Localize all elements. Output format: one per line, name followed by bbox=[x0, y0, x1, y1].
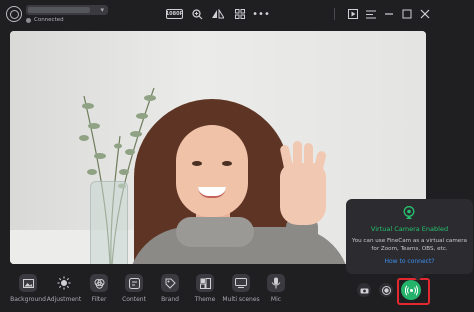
menu-icon[interactable] bbox=[364, 7, 378, 21]
tag-icon bbox=[161, 274, 179, 292]
theme-icon bbox=[196, 274, 214, 292]
title-bar: ▾ Connected 1080P ••• bbox=[0, 0, 474, 28]
connection-label: Connected bbox=[34, 17, 64, 23]
tool-label: Mic bbox=[270, 296, 282, 303]
filter-icon bbox=[90, 274, 108, 292]
device-name-redacted bbox=[28, 7, 90, 13]
content-icon bbox=[125, 274, 143, 292]
tool-label: Theme bbox=[194, 296, 216, 303]
more-icon[interactable]: ••• bbox=[252, 7, 270, 21]
person-face bbox=[176, 125, 248, 217]
webcam-icon bbox=[403, 206, 415, 219]
zoom-in-icon[interactable] bbox=[190, 7, 204, 21]
maximize-icon[interactable] bbox=[400, 7, 414, 21]
image-icon bbox=[19, 274, 37, 292]
sun-icon bbox=[55, 274, 73, 292]
tool-label: Brand bbox=[161, 296, 179, 303]
record-button[interactable] bbox=[379, 283, 393, 297]
toolbar-divider bbox=[334, 8, 335, 20]
waving-hand bbox=[279, 141, 328, 225]
snapshot-button[interactable] bbox=[357, 283, 371, 297]
tool-label: Content bbox=[122, 296, 146, 303]
finger bbox=[293, 141, 302, 167]
play-icon[interactable] bbox=[346, 7, 360, 21]
close-icon[interactable] bbox=[418, 7, 432, 21]
tool-label: Filter bbox=[91, 296, 107, 303]
highlight-box bbox=[397, 278, 430, 305]
device-select[interactable]: ▾ bbox=[26, 5, 108, 15]
mirror-icon[interactable] bbox=[211, 7, 225, 21]
connection-status: Connected bbox=[26, 16, 64, 24]
popup-title: Virtual Camera Enabled bbox=[370, 225, 449, 233]
virtual-camera-popup: Virtual Camera Enabled You can use FineC… bbox=[346, 199, 473, 274]
eye-left bbox=[192, 161, 202, 166]
smile bbox=[198, 187, 226, 198]
camera-icon bbox=[360, 288, 368, 293]
record-icon bbox=[381, 285, 391, 295]
minimize-icon[interactable] bbox=[382, 7, 396, 21]
popup-description: You can use FineCam as a virtual camera … bbox=[352, 238, 467, 252]
how-to-connect-link[interactable]: How to connect? bbox=[346, 258, 473, 265]
connection-icon bbox=[26, 17, 31, 23]
resolution-badge[interactable]: 1080P bbox=[166, 9, 183, 19]
eye-right bbox=[222, 161, 232, 166]
scenes-icon bbox=[232, 274, 250, 292]
person-hood bbox=[176, 217, 254, 247]
app-logo-icon bbox=[6, 6, 22, 22]
chevron-down-icon: ▾ bbox=[100, 6, 104, 14]
finger bbox=[304, 143, 313, 169]
layout-grid-icon[interactable] bbox=[233, 7, 247, 21]
glass-vase bbox=[90, 181, 128, 264]
mic-tool[interactable]: Mic bbox=[253, 274, 299, 308]
mic-icon bbox=[267, 274, 285, 292]
